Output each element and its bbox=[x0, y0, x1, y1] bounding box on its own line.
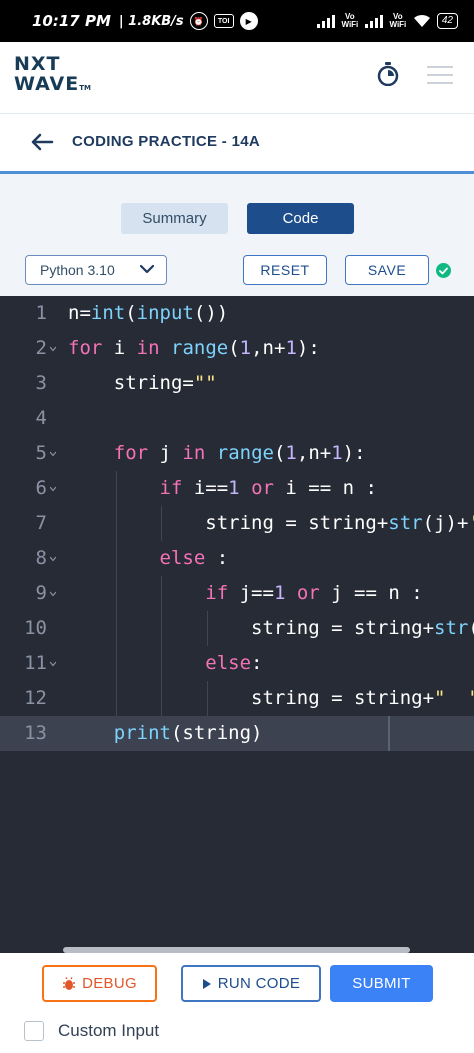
code-text: else : bbox=[159, 547, 229, 569]
battery-indicator: 42 bbox=[436, 13, 458, 29]
code-line[interactable]: 9 if j==1 or j == n : bbox=[0, 576, 474, 611]
line-number: 12 bbox=[24, 687, 47, 709]
signal-2-icon bbox=[364, 14, 383, 28]
editor-controls: Summary Code Python 3.10 RESET SAVE bbox=[0, 174, 474, 296]
fold-arrow-icon[interactable] bbox=[50, 661, 56, 667]
code-line[interactable]: 4 bbox=[0, 401, 474, 436]
text-cursor bbox=[388, 716, 390, 751]
line-number: 5 bbox=[35, 442, 47, 464]
code-line[interactable]: 12 string = string+" " bbox=[0, 681, 474, 716]
run-code-button-label: RUN CODE bbox=[217, 975, 301, 992]
alarm-icon: ⏰ bbox=[189, 12, 208, 30]
tab-code[interactable]: Code bbox=[247, 203, 354, 234]
code-line[interactable]: 1 n=int(input()) bbox=[0, 296, 474, 331]
status-notification-icons: ⏰ TOI ▶ bbox=[189, 12, 258, 30]
code-line[interactable]: 6 if i==1 or i == n : bbox=[0, 471, 474, 506]
tab-summary[interactable]: Summary bbox=[121, 203, 228, 234]
vowifi-2-label: Vo WiFi bbox=[389, 12, 407, 29]
code-line[interactable]: 13 print(string) bbox=[0, 716, 474, 751]
fold-arrow-icon[interactable] bbox=[50, 346, 56, 352]
bug-icon bbox=[63, 976, 76, 990]
line-number: 7 bbox=[35, 512, 47, 534]
code-line[interactable]: 11 else: bbox=[0, 646, 474, 681]
code-line[interactable]: 8 else : bbox=[0, 541, 474, 576]
custom-input-toggle[interactable]: Custom Input bbox=[24, 1021, 159, 1041]
code-text: string="" bbox=[68, 372, 217, 394]
nxtwave-logo[interactable]: NXT WAVETM bbox=[14, 54, 91, 98]
submit-button[interactable]: SUBMIT bbox=[330, 965, 433, 1002]
line-number: 4 bbox=[35, 407, 47, 429]
code-text: for j in range(1,n+1): bbox=[113, 442, 366, 464]
code-editor[interactable]: 13 print(string)12 string = string+" "11… bbox=[0, 296, 474, 953]
custom-input-label: Custom Input bbox=[58, 1021, 160, 1040]
bottom-action-bar: DEBUG RUN CODE SUBMIT Custom Input bbox=[0, 953, 474, 1053]
chevron-down-icon bbox=[140, 264, 154, 274]
page-title: CODING PRACTICE - 14A bbox=[72, 133, 260, 150]
title-bar: CODING PRACTICE - 14A bbox=[0, 114, 474, 172]
line-number: 9 bbox=[35, 582, 47, 604]
debug-button[interactable]: DEBUG bbox=[42, 965, 157, 1002]
line-number: 6 bbox=[35, 477, 47, 499]
signal-1-icon bbox=[316, 14, 335, 28]
status-network-speed: | 1.8KB/s bbox=[118, 13, 184, 29]
reset-button[interactable]: RESET bbox=[243, 255, 327, 285]
line-number: 1 bbox=[35, 302, 47, 324]
code-text: string = string+" " bbox=[68, 687, 474, 709]
code-text: if i==1 or i == n : bbox=[159, 477, 377, 499]
toi-icon: TOI bbox=[213, 14, 234, 28]
messenger-icon: ▶ bbox=[239, 12, 258, 30]
timer-icon[interactable] bbox=[377, 62, 399, 86]
hamburger-menu-icon[interactable] bbox=[427, 66, 453, 84]
line-number: 8 bbox=[35, 547, 47, 569]
back-arrow-icon[interactable] bbox=[30, 130, 54, 154]
code-line[interactable]: 5 for j in range(1,n+1): bbox=[0, 436, 474, 471]
code-line[interactable]: 7 string = string+str(j)+' bbox=[0, 506, 474, 541]
fold-arrow-icon[interactable] bbox=[50, 486, 56, 492]
app-header: NXT WAVETM bbox=[0, 42, 474, 114]
code-text: string = string+str(j bbox=[68, 617, 474, 639]
custom-input-checkbox[interactable] bbox=[24, 1021, 44, 1041]
code-line[interactable]: 10 string = string+str(j bbox=[0, 611, 474, 646]
saved-check-icon bbox=[436, 263, 451, 278]
code-text: if j==1 or j == n : bbox=[205, 582, 423, 604]
line-number: 13 bbox=[24, 722, 47, 744]
save-button[interactable]: SAVE bbox=[345, 255, 429, 285]
line-number: 3 bbox=[35, 372, 47, 394]
fold-arrow-icon[interactable] bbox=[50, 591, 56, 597]
fold-arrow-icon[interactable] bbox=[50, 556, 56, 562]
run-code-button[interactable]: RUN CODE bbox=[181, 965, 321, 1002]
status-right-icons: Vo WiFi Vo WiFi 42 bbox=[316, 12, 458, 29]
code-text: string = string+str(j)+' bbox=[68, 512, 474, 534]
code-text: n=int(input()) bbox=[68, 302, 229, 324]
vowifi-1-label: Vo WiFi bbox=[341, 12, 359, 29]
code-text: for i in range(1,n+1): bbox=[68, 337, 320, 359]
status-time: 10:17 PM bbox=[32, 12, 111, 30]
status-bar: 10:17 PM | 1.8KB/s ⏰ TOI ▶ Vo WiFi Vo Wi… bbox=[0, 0, 474, 42]
code-text: else: bbox=[205, 652, 263, 674]
line-number: 10 bbox=[24, 617, 47, 639]
code-line[interactable]: 2 for i in range(1,n+1): bbox=[0, 331, 474, 366]
wifi-icon bbox=[413, 14, 430, 27]
debug-button-label: DEBUG bbox=[82, 975, 137, 992]
language-select[interactable]: Python 3.10 bbox=[25, 255, 167, 285]
play-icon bbox=[202, 978, 211, 989]
language-select-value: Python 3.10 bbox=[40, 262, 115, 278]
line-number: 2 bbox=[35, 337, 47, 359]
fold-arrow-icon[interactable] bbox=[50, 451, 56, 457]
line-number: 11 bbox=[24, 652, 47, 674]
code-text: print(string) bbox=[113, 722, 263, 744]
code-line[interactable]: 3 string="" bbox=[0, 366, 474, 401]
